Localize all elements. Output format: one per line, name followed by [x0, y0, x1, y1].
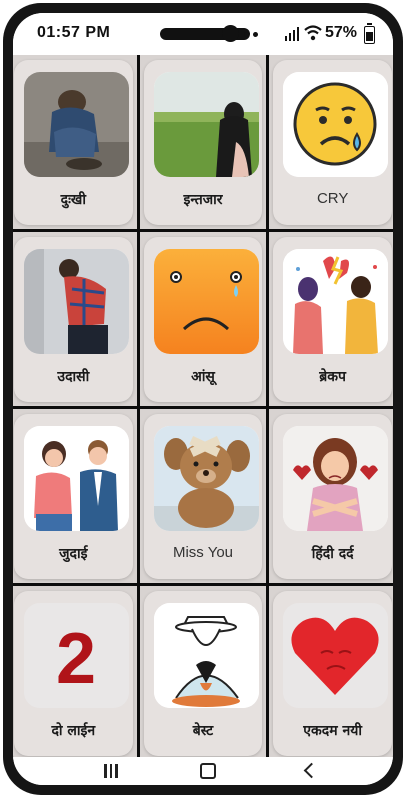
- grid-item[interactable]: दुःखी: [13, 55, 137, 229]
- category-label: हिंदी दर्द: [311, 546, 354, 562]
- grid-item[interactable]: उदासी: [13, 232, 137, 406]
- grid-item[interactable]: आंसू: [139, 232, 267, 406]
- clock: 01:57 PM: [37, 24, 111, 41]
- category-card: बेस्ट: [143, 591, 263, 756]
- number-two-icon: 2: [24, 603, 129, 708]
- screen: 01:57 PM 57% दुःखी इन्तजार CRY उदासी आंस…: [13, 13, 393, 785]
- sensor-dot: [253, 32, 258, 37]
- category-card: हिंदी दर्द: [273, 414, 392, 579]
- category-card: उदासी: [14, 237, 133, 402]
- grid-item[interactable]: हिंदी दर्द: [269, 409, 393, 583]
- battery-icon: [364, 23, 375, 44]
- grid-item[interactable]: जुदाई: [13, 409, 137, 583]
- wifi-icon: [304, 25, 322, 41]
- category-card: ब्रेकप: [273, 237, 392, 402]
- grid-item[interactable]: CRY: [269, 55, 393, 229]
- category-label: CRY: [316, 190, 349, 207]
- category-card: इन्तजार: [143, 60, 263, 225]
- category-card: CRY: [273, 60, 392, 225]
- separation-couple-illustration: [24, 426, 129, 531]
- category-label: Miss You: [172, 544, 234, 561]
- category-label: जुदाई: [59, 546, 88, 562]
- navigation-bar: [13, 757, 393, 785]
- grid-item[interactable]: 2 दो लाईन: [13, 586, 137, 760]
- grid-item[interactable]: Miss You: [139, 409, 267, 583]
- teddy-bear-bandage-photo: [153, 426, 259, 531]
- category-card: जुदाई: [14, 414, 133, 579]
- category-label: दो लाईन: [51, 723, 96, 739]
- category-label: दुःखी: [60, 192, 86, 208]
- category-card: आंसू: [143, 237, 263, 402]
- teardrop-emoji-icon: [153, 249, 259, 354]
- sad-heart-icon: [283, 603, 389, 708]
- signal-icon: [285, 27, 299, 41]
- svg-text:2: 2: [56, 619, 96, 699]
- category-label: ब्रेकप: [319, 369, 346, 385]
- sad-boy-sitting-photo: [24, 72, 129, 177]
- grid-item[interactable]: एकदम नयी: [269, 586, 393, 760]
- phone-frame: 01:57 PM 57% दुःखी इन्तजार CRY उदासी आंस…: [3, 3, 403, 795]
- grid-item[interactable]: ब्रेकप: [269, 232, 393, 406]
- category-card: 2 दो लाईन: [14, 591, 133, 756]
- camera: [222, 25, 239, 42]
- category-label: बेस्ट: [192, 723, 214, 739]
- heartbroken-girl-illustration: [283, 426, 389, 531]
- category-card: Miss You: [143, 414, 263, 579]
- crying-emoji-icon: [283, 72, 389, 177]
- category-card: दुःखी: [14, 60, 133, 225]
- girl-waiting-field-photo: [153, 72, 259, 177]
- category-label: उदासी: [57, 369, 90, 385]
- grid-item[interactable]: इन्तजार: [139, 55, 267, 229]
- battery-percent: 57%: [325, 24, 358, 41]
- category-card: एकदम नयी: [273, 591, 392, 756]
- category-label: इन्तजार: [183, 192, 223, 208]
- back-button[interactable]: [303, 762, 320, 779]
- breakup-couple-illustration: [283, 249, 389, 354]
- status-bar: 01:57 PM 57%: [13, 13, 393, 55]
- category-label: आंसू: [191, 369, 215, 385]
- recent-apps-button[interactable]: [104, 763, 121, 782]
- sad-man-wall-photo: [24, 249, 129, 354]
- category-label: एकदम नयी: [303, 723, 362, 739]
- home-button[interactable]: [200, 763, 216, 779]
- category-grid: दुःखी इन्तजार CRY उदासी आंसू ब्रेकप जुदा…: [13, 55, 393, 760]
- man-broken-heart-illustration: [153, 603, 259, 708]
- sensor-dot: [244, 32, 249, 37]
- grid-item[interactable]: बेस्ट: [139, 586, 267, 760]
